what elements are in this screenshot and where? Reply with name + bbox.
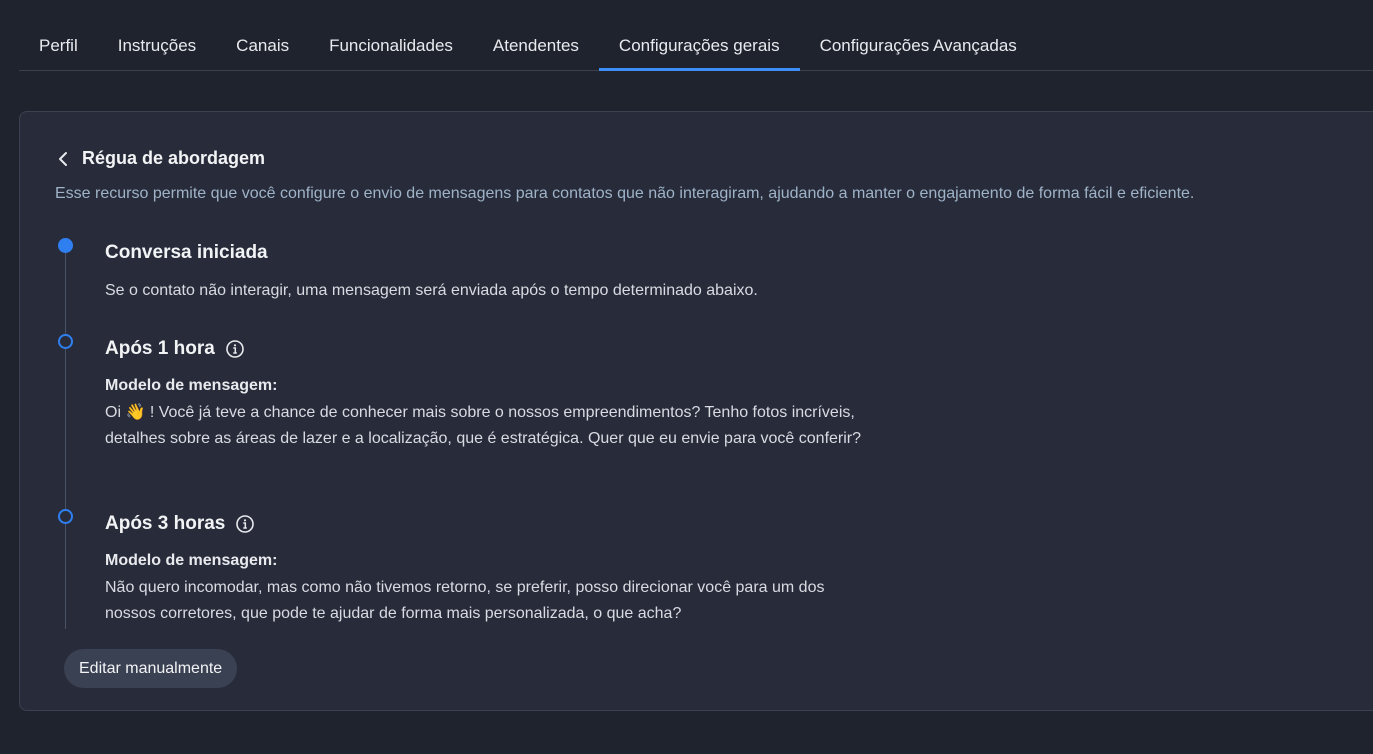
- timeline-line: [65, 247, 66, 629]
- page-header: Régua de abordagem: [56, 148, 265, 169]
- step-title-apos-3-horas: Após 3 horas: [105, 513, 255, 535]
- timeline-dot: [58, 509, 73, 524]
- tab-funcionalidades[interactable]: Funcionalidades: [309, 24, 473, 70]
- tab-perfil[interactable]: Perfil: [19, 24, 98, 70]
- chevron-left-icon[interactable]: [56, 150, 70, 168]
- message-template-text: Não quero incomodar, mas como não tivemo…: [105, 579, 825, 622]
- step-title-text: Após 3 horas: [105, 513, 226, 534]
- step-title-apos-1-hora: Após 1 hora: [105, 338, 244, 360]
- tab-bar: Perfil Instruções Canais Funcionalidades…: [19, 24, 1373, 71]
- message-template-label: Modelo de mensagem:: [105, 377, 278, 394]
- edit-manually-button[interactable]: Editar manualmente: [64, 649, 238, 688]
- tab-configuracoes-avancadas[interactable]: Configurações Avançadas: [800, 24, 1037, 70]
- tab-atendentes[interactable]: Atendentes: [473, 24, 599, 70]
- step-description: Se o contato não interagir, uma mensagem…: [105, 282, 758, 299]
- step-title-conversa-iniciada: Conversa iniciada: [105, 242, 268, 264]
- info-icon[interactable]: [226, 340, 244, 358]
- message-template-label: Modelo de mensagem:: [105, 552, 278, 569]
- info-icon[interactable]: [236, 515, 255, 533]
- step-title-text: Após 1 hora: [105, 338, 215, 359]
- tab-instrucoes[interactable]: Instruções: [98, 24, 216, 70]
- page-description: Esse recurso permite que você configure …: [55, 185, 1195, 202]
- tab-configuracoes-gerais[interactable]: Configurações gerais: [598, 24, 800, 71]
- timeline-dot: [58, 334, 73, 349]
- step-title-text: Conversa iniciada: [105, 242, 268, 263]
- approach-ruler-panel: Régua de abordagem Esse recurso permite …: [19, 111, 1373, 711]
- message-template-text: Oi 👋 ! Você já teve a chance de conhecer…: [105, 404, 862, 447]
- timeline-dot-active: [58, 238, 73, 253]
- tab-canais[interactable]: Canais: [216, 24, 309, 70]
- page-title: Régua de abordagem: [82, 148, 266, 168]
